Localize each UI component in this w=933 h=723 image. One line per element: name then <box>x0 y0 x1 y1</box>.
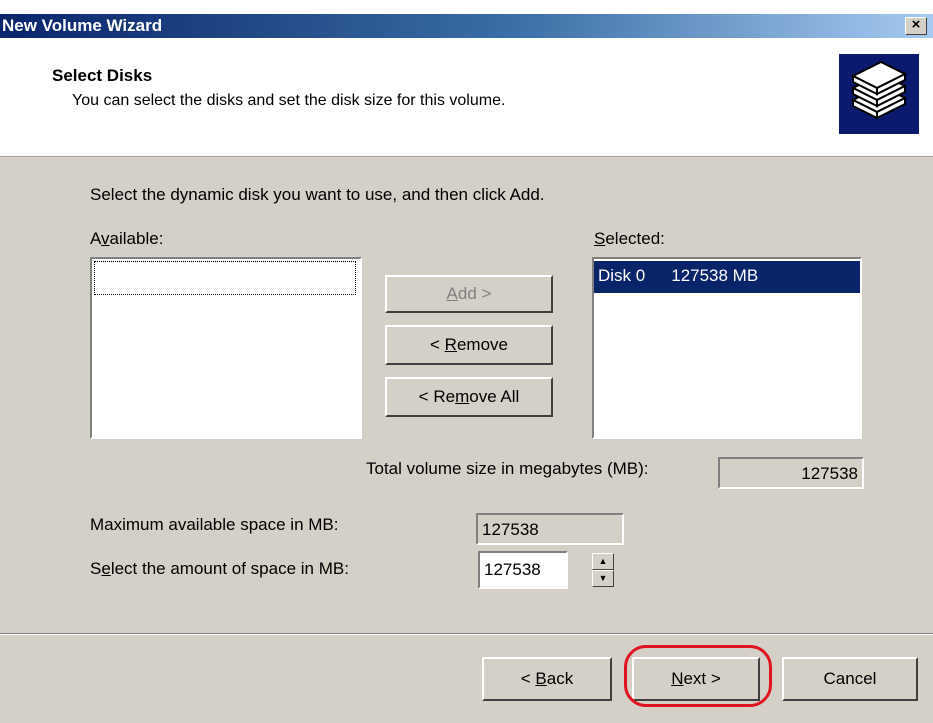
wizard-body: Select the dynamic disk you want to use,… <box>0 157 933 723</box>
available-label: Available: <box>90 229 164 248</box>
disk-size: 127538 MB <box>671 266 759 285</box>
disk-name: Disk 0 <box>598 266 646 285</box>
title-bar: New Volume Wizard × <box>0 14 933 38</box>
selected-disks-list[interactable]: Disk 0 127538 MB <box>592 257 862 439</box>
wizard-header: Select Disks You can select the disks an… <box>0 38 933 157</box>
page-title: Select Disks <box>52 66 153 85</box>
add-button[interactable]: Add > <box>385 275 553 313</box>
available-disks-list[interactable] <box>90 257 362 439</box>
instruction-text: Select the dynamic disk you want to use,… <box>90 185 545 204</box>
total-size-label: Total volume size in megabytes (MB): <box>366 459 649 478</box>
remove-button[interactable]: < Remove <box>385 325 553 365</box>
back-button[interactable]: < Back <box>482 657 612 701</box>
amount-spinner[interactable]: ▲ ▼ <box>592 553 614 587</box>
separator <box>0 633 933 635</box>
max-space-label: Maximum available space in MB: <box>90 515 339 534</box>
spin-up-icon[interactable]: ▲ <box>592 553 614 570</box>
close-button[interactable]: × <box>905 17 927 35</box>
next-button[interactable]: Next > <box>632 657 760 701</box>
spin-down-icon[interactable]: ▼ <box>592 570 614 587</box>
total-size-field: 127538 <box>718 457 864 489</box>
cancel-button[interactable]: Cancel <box>782 657 918 701</box>
amount-label: Select the amount of space in MB: <box>90 559 349 578</box>
amount-input[interactable]: 127538 <box>478 551 568 589</box>
window-title: New Volume Wizard <box>2 16 163 35</box>
page-subtitle: You can select the disks and set the dis… <box>72 92 506 109</box>
list-item[interactable]: Disk 0 127538 MB <box>594 261 860 293</box>
disk-stack-icon <box>839 54 919 134</box>
selected-label: Selected: <box>594 229 665 248</box>
max-space-field: 127538 <box>476 513 624 545</box>
close-icon: × <box>911 16 921 33</box>
remove-all-button[interactable]: < Remove All <box>385 377 553 417</box>
focus-rectangle <box>94 261 356 295</box>
